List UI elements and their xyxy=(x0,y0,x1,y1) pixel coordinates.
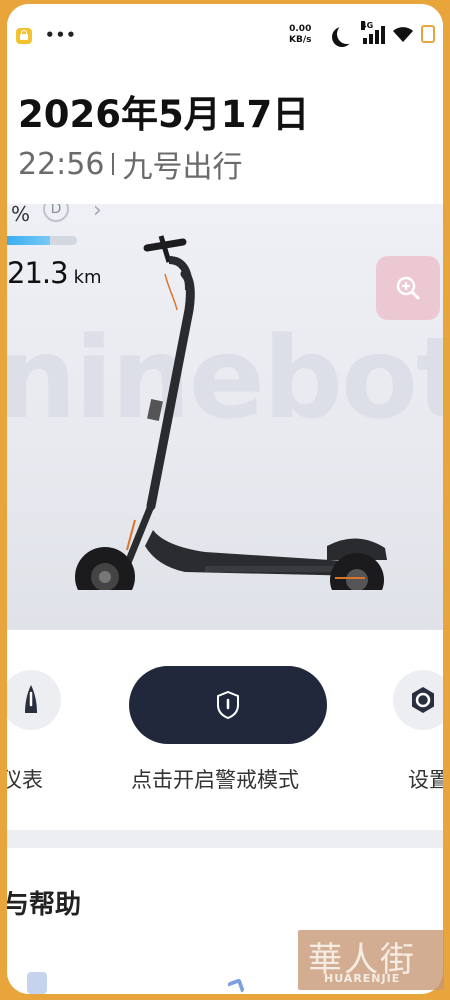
section-divider xyxy=(7,830,443,848)
range-value: 21.3 xyxy=(7,256,69,290)
header: 2026年5月17日 22:56 九号出行 xyxy=(7,66,443,204)
alarm-mode-button[interactable] xyxy=(129,666,327,744)
arrow-icon xyxy=(227,978,245,994)
help-title: 与帮助 xyxy=(7,890,82,920)
network-type: 4G xyxy=(361,21,374,30)
watermark-en: HUARENJIE xyxy=(324,972,401,985)
time-text: 22:56 xyxy=(18,146,105,182)
date-title: 2026年5月17日 xyxy=(18,93,310,136)
zoom-button[interactable] xyxy=(376,256,440,320)
net-speed-value: 0.00 xyxy=(289,24,312,34)
phone-screen: ••• 0.00 KB/s 4G 2026年5月17日 22:56 九号出行 n… xyxy=(7,4,443,994)
subtitle: 22:56 九号出行 xyxy=(18,142,242,186)
settings-label: 设置 xyxy=(408,768,443,792)
more-dots-icon: ••• xyxy=(45,26,77,44)
gear-icon xyxy=(412,687,434,713)
net-speed-unit: KB/s xyxy=(289,35,312,45)
wifi-icon xyxy=(393,27,413,42)
document-icon xyxy=(27,972,47,994)
watermark-logo: 華人街 HUARENJIE xyxy=(298,930,444,990)
settings-button[interactable] xyxy=(393,670,443,730)
signal-icon: 4G xyxy=(361,21,385,44)
battery-level-fill xyxy=(7,236,51,245)
zoom-in-icon xyxy=(396,276,420,300)
dashboard-icon xyxy=(25,685,37,713)
dashboard-button[interactable] xyxy=(7,670,61,730)
battery-percent: % xyxy=(11,204,31,226)
lock-icon xyxy=(16,28,32,44)
chevron-right-icon[interactable]: › xyxy=(93,204,102,223)
dashboard-label: 仪表 xyxy=(7,768,43,792)
separator xyxy=(112,153,115,175)
status-bar: ••• 0.00 KB/s 4G xyxy=(7,4,443,66)
quick-actions: 仪表 点击开启警戒模式 设置 xyxy=(7,630,443,830)
mode-badge: D xyxy=(43,204,69,222)
moon-icon xyxy=(337,24,357,44)
vehicle-hero: ninebot % D › 21.3 km xyxy=(7,204,443,630)
battery-icon xyxy=(421,25,435,43)
network-speed: 0.00 KB/s xyxy=(289,24,311,46)
scooter-image xyxy=(75,235,387,590)
alarm-mode-label: 点击开启警戒模式 xyxy=(131,768,299,792)
shield-icon xyxy=(217,690,239,720)
app-name: 九号出行 xyxy=(122,150,243,185)
